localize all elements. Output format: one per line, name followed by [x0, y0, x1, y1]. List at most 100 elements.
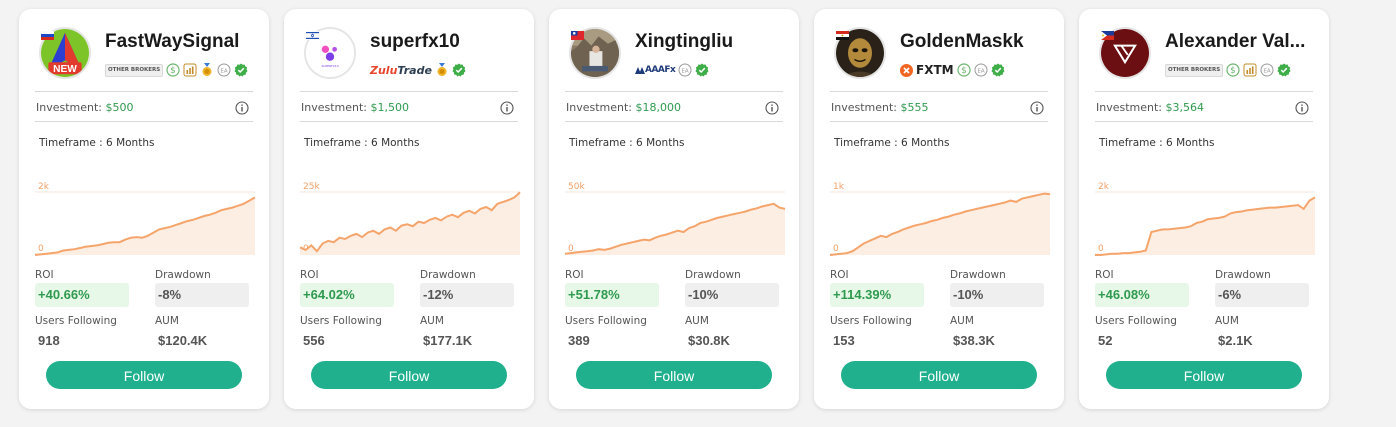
chart-y-tick: 0 [833, 244, 839, 254]
verified-icon [452, 63, 466, 77]
investment-value: $500 [105, 101, 134, 114]
aum-label: AUM [155, 315, 179, 327]
timeframe-label: Timeframe : 6 Months [1099, 137, 1215, 149]
aum-label: AUM [685, 315, 709, 327]
chart-y-tick: 25k [303, 182, 320, 192]
drawdown-value: -10% [950, 283, 1044, 307]
users-following-label: Users Following [35, 315, 117, 327]
ea-icon: EA [678, 63, 692, 77]
aum-value: $120.4K [158, 333, 208, 348]
chart-y-tick: 0 [1098, 244, 1104, 254]
broker-logo-part: Zulu [370, 63, 398, 77]
ea-icon: EA [1260, 63, 1274, 77]
roi-value: +64.02% [300, 283, 394, 307]
signal-card[interactable]: NEW FastWaySignal OTHER BROKERS $ EA Investme… [19, 9, 269, 409]
roi-value: +40.66% [35, 283, 129, 307]
broker-name: AAAFx [645, 65, 676, 75]
info-icon[interactable] [500, 101, 514, 115]
divider [830, 91, 1048, 92]
investment-row: Investment: $3,564 [1096, 101, 1204, 114]
signal-card[interactable]: SUPERFX10 superfx10 Zulu Trade Investment: $… [284, 9, 534, 409]
follow-button[interactable]: Follow [46, 361, 242, 389]
chart-svg: 50k0 [564, 182, 786, 255]
drawdown-value: -6% [1215, 283, 1309, 307]
broker-logo-fxtm: FXTM [900, 63, 954, 77]
chart-icon [183, 63, 197, 77]
broker-logo-part: Trade [397, 63, 432, 77]
chart-area [565, 203, 785, 255]
broker-logo-zulutrade: Zulu Trade [370, 64, 432, 77]
divider [1095, 91, 1313, 92]
trader-name[interactable]: Alexander Val... [1165, 31, 1321, 53]
verified-icon [1277, 63, 1291, 77]
drawdown-label: Drawdown [420, 269, 476, 281]
investment-label: Investment: [566, 101, 633, 114]
divider [565, 121, 783, 122]
drawdown-label: Drawdown [1215, 269, 1271, 281]
follow-button[interactable]: Follow [311, 361, 507, 389]
badges-row: OTHER BROKERS $ EA [1165, 62, 1291, 78]
signal-card[interactable]: Xingtingliu AAAFx EA Investment: $18,000 Tim… [549, 9, 799, 409]
roi-value: +46.08% [1095, 283, 1189, 307]
signal-card[interactable]: Alexander Val... OTHER BROKERS $ EA Investme… [1079, 9, 1329, 409]
divider [300, 121, 518, 122]
medal-icon [200, 63, 214, 77]
chart-svg: 2k 0 [1095, 182, 1316, 256]
performance-chart: 2k 0 [1095, 177, 1316, 259]
russia-flag [41, 31, 54, 40]
taiwan-flag [571, 31, 584, 40]
divider [1095, 121, 1313, 122]
drawdown-label: Drawdown [155, 269, 211, 281]
chart-y-tick: 2k [1098, 182, 1110, 192]
investment-label: Investment: [36, 101, 103, 114]
follow-button[interactable]: Follow [841, 361, 1037, 389]
svg-text:$: $ [1231, 66, 1236, 76]
investment-row: Investment: $18,000 [566, 101, 681, 114]
ea-icon: EA [974, 63, 988, 77]
investment-row: Investment: $1,500 [301, 101, 409, 114]
badges-row: FXTM $ EA [900, 62, 1005, 78]
drawdown-value: -10% [685, 283, 779, 307]
svg-text:SUPERFX10: SUPERFX10 [321, 64, 338, 68]
performance-chart: 25k 0 [299, 177, 521, 259]
aum-value: $38.3K [953, 333, 995, 348]
dollar-icon: $ [1226, 63, 1240, 77]
roi-value: +114.39% [830, 283, 924, 307]
follow-button[interactable]: Follow [576, 361, 772, 389]
info-icon[interactable] [765, 101, 779, 115]
timeframe-label: Timeframe : 6 Months [304, 137, 420, 149]
info-icon[interactable] [1295, 101, 1309, 115]
trader-name[interactable]: Xingtingliu [635, 31, 791, 53]
signal-card[interactable]: GoldenMaskk FXTM $ EA Investment: $555 Timefr… [814, 9, 1064, 409]
investment-label: Investment: [831, 101, 898, 114]
info-icon[interactable] [235, 101, 249, 115]
users-following-label: Users Following [300, 315, 382, 327]
chart-y-tick: 1k [833, 182, 845, 192]
chart-svg: 2k 0 [34, 182, 256, 256]
svg-text:EA: EA [682, 68, 689, 74]
svg-text:EA: EA [977, 68, 984, 74]
users-following-value: 389 [568, 333, 590, 348]
aum-value: $2.1K [1218, 333, 1253, 348]
chart-area [300, 192, 520, 255]
roi-label: ROI [300, 269, 319, 281]
dollar-icon: $ [956, 63, 971, 77]
divider [830, 121, 1048, 122]
performance-chart: 2k 0 [34, 177, 256, 259]
divider [300, 91, 518, 92]
info-icon[interactable] [1030, 101, 1044, 115]
trader-name[interactable]: GoldenMaskk [900, 31, 1056, 53]
divider [35, 91, 253, 92]
trader-name[interactable]: superfx10 [370, 31, 526, 53]
svg-text:EA: EA [1264, 68, 1271, 74]
medal-icon [435, 63, 449, 77]
chart-svg: 25k0 [299, 182, 521, 255]
follow-button[interactable]: Follow [1106, 361, 1302, 389]
performance-chart: 50k 0 [564, 177, 786, 259]
dollar-icon: $ [166, 63, 180, 77]
users-following-value: 52 [1098, 333, 1113, 348]
aum-label: AUM [420, 315, 444, 327]
trader-name[interactable]: FastWaySignal [105, 31, 261, 53]
badges-row: OTHER BROKERS $ EA [105, 62, 248, 78]
investment-value: $18,000 [635, 101, 682, 114]
